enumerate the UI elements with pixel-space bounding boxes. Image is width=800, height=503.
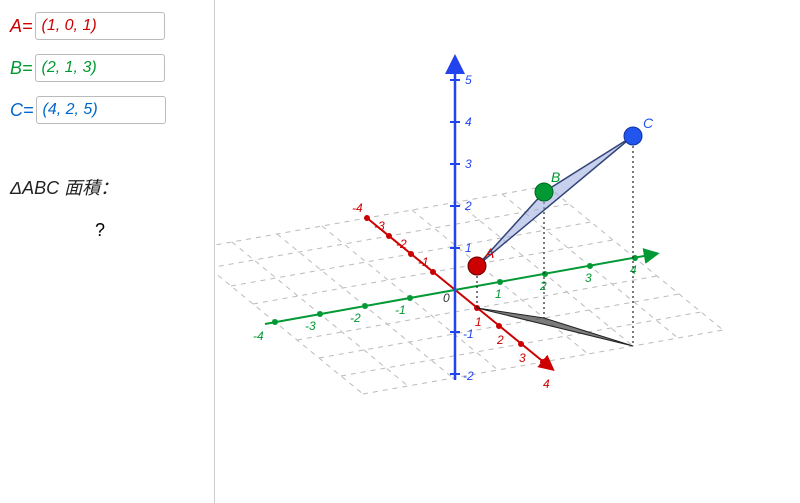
controls-panel: A= B= C= ΔABC 面積： ? (0, 0, 215, 503)
point-b-input[interactable] (35, 54, 165, 82)
3d-plot[interactable]: 1 2 3 4 -1 -2 -3 -4 1 2 3 4 -1 -2 -3 -4 (215, 0, 800, 503)
point-b[interactable] (535, 183, 553, 201)
x-tick-n4: -4 (352, 201, 363, 215)
z-tick-4: 4 (465, 115, 472, 129)
point-b-label: B= (10, 58, 33, 79)
origin-label: 0 (443, 291, 450, 305)
z-tick-n1: -1 (463, 327, 474, 341)
point-c-input[interactable] (36, 96, 166, 124)
y-tick-3: 3 (585, 271, 592, 285)
area-value: ? (50, 220, 150, 241)
point-a-row: A= (10, 12, 204, 40)
point-c[interactable] (624, 127, 642, 145)
x-tick-n3: -3 (374, 219, 385, 233)
point-c-row: C= (10, 96, 204, 124)
y-tick-n3: -3 (305, 319, 316, 333)
point-a-input[interactable] (35, 12, 165, 40)
x-tick-4: 4 (543, 377, 550, 391)
x-tick-2: 2 (496, 333, 504, 347)
x-tick-1: 1 (475, 315, 482, 329)
y-tick-2: 2 (539, 279, 547, 293)
z-tick-5: 5 (465, 73, 472, 87)
z-axis: 1 2 3 4 5 -1 -2 (450, 60, 474, 383)
z-tick-2: 2 (464, 199, 472, 213)
x-tick-n1: -1 (418, 255, 429, 269)
y-tick-n2: -2 (350, 311, 361, 325)
y-tick-1: 1 (495, 287, 502, 301)
area-label: ΔABC 面積： (10, 174, 204, 200)
point-a[interactable] (468, 257, 486, 275)
point-b-mark: B (551, 169, 560, 185)
point-a-mark: A (484, 245, 494, 261)
y-tick-n1: -1 (395, 303, 406, 317)
x-tick-n2: -2 (396, 237, 407, 251)
y-tick-4: 4 (630, 263, 637, 277)
point-c-mark: C (643, 115, 654, 131)
3d-view[interactable]: 1 2 3 4 -1 -2 -3 -4 1 2 3 4 -1 -2 -3 -4 (215, 0, 800, 503)
triangle-abc[interactable] (477, 136, 633, 266)
y-tick-n4: -4 (253, 329, 264, 343)
x-tick-3: 3 (519, 351, 526, 365)
point-b-row: B= (10, 54, 204, 82)
point-a-label: A= (10, 16, 33, 37)
point-c-label: C= (10, 100, 34, 121)
z-tick-n2: -2 (463, 369, 474, 383)
z-tick-3: 3 (465, 157, 472, 171)
grid-plane (215, 186, 723, 394)
z-tick-1: 1 (465, 241, 472, 255)
